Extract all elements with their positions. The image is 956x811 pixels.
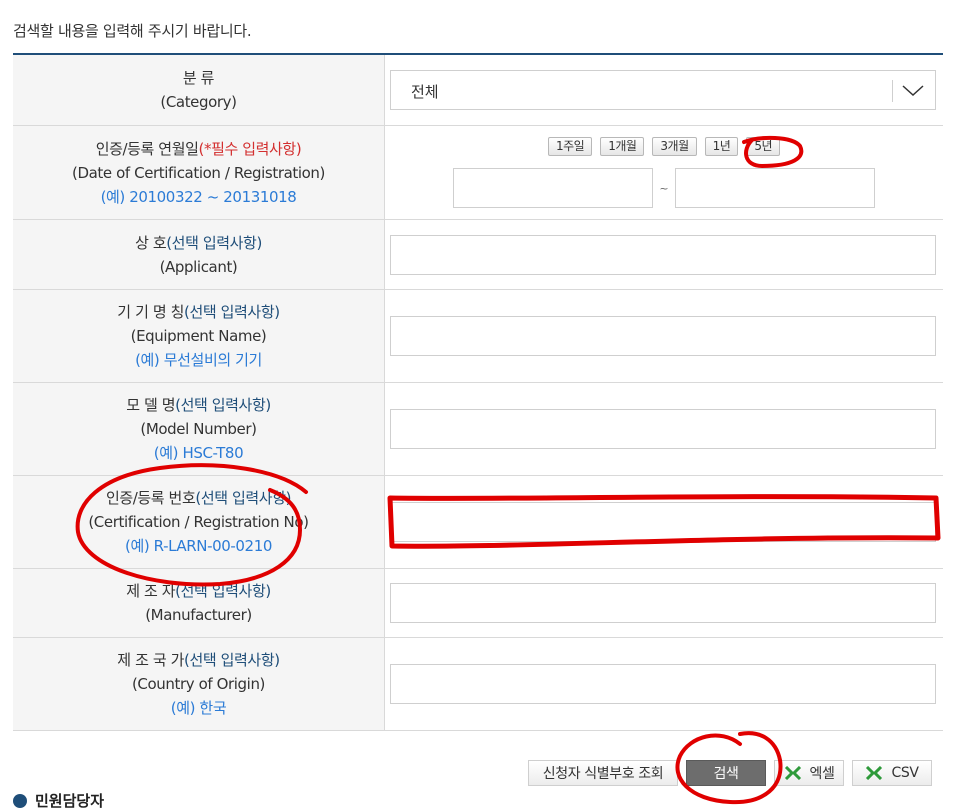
row-date: 인증/등록 연월일(*필수 입력사항) (Date of Certificati…: [13, 126, 943, 220]
category-cell: 전체: [385, 55, 943, 125]
label-en: (Country of Origin): [131, 675, 266, 693]
search-form: 분 류 (Category) 전체 인증/등록 연월일(*필수 입력사항) (D…: [13, 53, 943, 731]
row-applicant: 상 호(선택 입력사항) (Applicant): [13, 220, 943, 290]
example-text: (예) HSC-T80: [153, 444, 244, 462]
label-ko: 제 조 국 가(선택 입력사항): [117, 651, 280, 669]
bullet-icon: [13, 793, 27, 808]
label-en: (Certification / Registration No): [88, 513, 309, 531]
period-1year-button[interactable]: 1년: [704, 137, 739, 156]
label-ko: 제 조 자(선택 입력사항): [126, 582, 271, 600]
chevron-down-icon[interactable]: [901, 80, 925, 100]
optional-note: (선택 입력사항): [175, 582, 271, 600]
csv-x-icon: [866, 766, 883, 780]
equipment-name-input[interactable]: [390, 316, 936, 356]
example-text: (예) 무선설비의 기기: [135, 351, 262, 369]
label-en: (Date of Certification / Registration): [72, 163, 325, 182]
csv-label: CSV: [891, 765, 919, 781]
csv-button[interactable]: CSV: [852, 760, 932, 786]
manufacturer-input[interactable]: [390, 583, 936, 623]
label-ko: 상 호(선택 입력사항): [135, 233, 262, 252]
manufacturer-cell: [385, 569, 943, 637]
example-text: (예) R-LARN-00-0210: [125, 537, 272, 555]
label-ko: 분 류: [182, 69, 215, 87]
action-buttons: 신청자 식별부호 조회 검색 엑셀 CSV: [528, 760, 932, 786]
row-certno: 인증/등록 번호(선택 입력사항) (Certification / Regis…: [13, 476, 943, 569]
period-1week-button[interactable]: 1주일: [547, 137, 593, 156]
label-ko: 인증/등록 연월일(*필수 입력사항): [95, 139, 302, 158]
period-3month-button[interactable]: 3개월: [652, 137, 697, 156]
model-label: 모 델 명(선택 입력사항) (Model Number) (예) HSC-T8…: [13, 383, 385, 475]
label-ko: 인증/등록 번호(선택 입력사항): [105, 489, 292, 507]
label-ko: 모 델 명(선택 입력사항): [126, 396, 271, 414]
excel-label: 엑셀: [809, 766, 835, 782]
date-range: ~: [453, 168, 875, 208]
search-button[interactable]: 검색: [686, 760, 766, 786]
country-label: 제 조 국 가(선택 입력사항) (Country of Origin) (예)…: [13, 638, 385, 730]
select-divider: [892, 80, 893, 102]
optional-note: (선택 입력사항): [175, 396, 271, 414]
applicant-input[interactable]: [390, 234, 936, 275]
certno-label: 인증/등록 번호(선택 입력사항) (Certification / Regis…: [13, 476, 385, 568]
optional-note: (선택 입력사항): [184, 651, 280, 669]
contact-section-title: 민원담당자: [13, 790, 104, 811]
excel-x-icon: [784, 766, 801, 780]
certno-cell: [385, 476, 943, 568]
optional-note: (선택 입력사항): [166, 233, 262, 252]
category-label: 분 류 (Category): [13, 55, 385, 125]
optional-note: (선택 입력사항): [184, 303, 280, 321]
country-cell: [385, 638, 943, 730]
equipment-cell: [385, 290, 943, 382]
date-label: 인증/등록 연월일(*필수 입력사항) (Date of Certificati…: [13, 126, 385, 219]
row-manufacturer: 제 조 자(선택 입력사항) (Manufacturer): [13, 569, 943, 638]
manufacturer-label: 제 조 자(선택 입력사항) (Manufacturer): [13, 569, 385, 637]
start-date-input[interactable]: [453, 168, 654, 208]
certification-number-input[interactable]: [390, 502, 936, 542]
category-select-value: 전체: [411, 83, 439, 101]
excel-button[interactable]: 엑셀: [774, 760, 844, 786]
example-text: (예) 한국: [170, 699, 227, 717]
label-en: (Model Number): [140, 420, 257, 438]
model-number-input[interactable]: [390, 409, 936, 449]
search-instructions: 검색할 내용을 입력해 주시기 바랍니다.: [13, 22, 252, 40]
label-en: (Applicant): [159, 257, 238, 276]
category-select[interactable]: 전체: [390, 70, 936, 110]
label-en: (Category): [160, 93, 237, 111]
applicant-id-lookup-button[interactable]: 신청자 식별부호 조회: [528, 760, 678, 786]
row-model: 모 델 명(선택 입력사항) (Model Number) (예) HSC-T8…: [13, 383, 943, 476]
end-date-input[interactable]: [674, 168, 875, 208]
applicant-label: 상 호(선택 입력사항) (Applicant): [13, 220, 385, 289]
country-input[interactable]: [390, 664, 936, 704]
period-5year-button[interactable]: 5년: [746, 137, 781, 156]
required-note: (*필수 입력사항): [198, 139, 302, 158]
label-en: (Manufacturer): [145, 606, 252, 624]
example-text: (예) 20100322 ~ 20131018: [100, 187, 297, 206]
row-country: 제 조 국 가(선택 입력사항) (Country of Origin) (예)…: [13, 638, 943, 731]
equipment-label: 기 기 명 칭(선택 입력사항) (Equipment Name) (예) 무선…: [13, 290, 385, 382]
row-category: 분 류 (Category) 전체: [13, 55, 943, 126]
contact-title-text: 민원담당자: [35, 792, 105, 810]
label-en: (Equipment Name): [130, 327, 267, 345]
period-buttons: 1주일 1개월 3개월 1년 5년: [547, 137, 781, 156]
model-cell: [385, 383, 943, 475]
period-1month-button[interactable]: 1개월: [600, 137, 645, 156]
range-separator: ~: [659, 181, 669, 195]
date-cell: 1주일 1개월 3개월 1년 5년 ~: [385, 126, 943, 219]
applicant-cell: [385, 220, 943, 289]
label-ko: 기 기 명 칭(선택 입력사항): [117, 303, 280, 321]
row-equipment: 기 기 명 칭(선택 입력사항) (Equipment Name) (예) 무선…: [13, 290, 943, 383]
optional-note: (선택 입력사항): [195, 489, 292, 507]
